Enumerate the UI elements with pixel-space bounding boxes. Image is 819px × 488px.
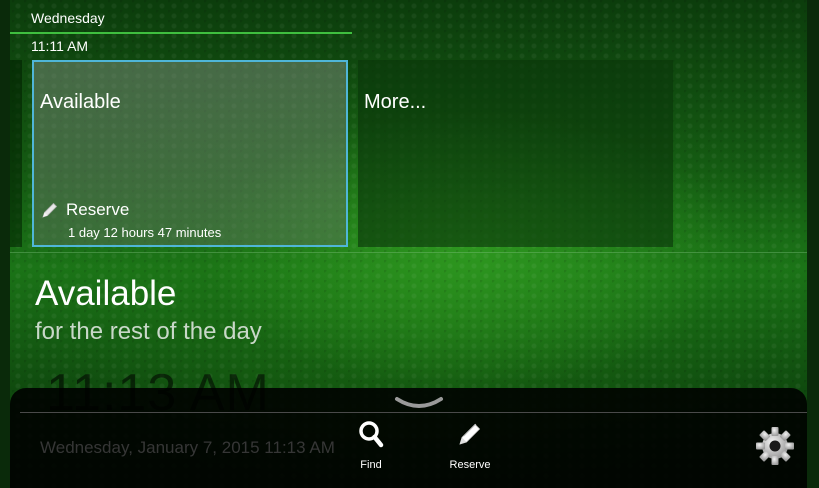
tile-reserve-action[interactable]: Reserve (40, 200, 129, 220)
search-icon (359, 421, 384, 448)
chevron-up-icon[interactable] (394, 393, 444, 411)
tile-available-title: Available (40, 91, 121, 113)
tile-reserve-duration: 1 day 12 hours 47 minutes (68, 225, 222, 240)
reserve-button[interactable]: Reserve (440, 420, 500, 471)
find-label: Find (360, 459, 382, 471)
tile-more[interactable]: More... (358, 60, 673, 247)
current-date-line: Wednesday, January 7, 2015 11:13 AM (40, 438, 335, 457)
pencil-icon (42, 202, 58, 218)
status-title: Available (35, 274, 177, 313)
header-time: 11:11 AM (31, 38, 89, 54)
gear-icon[interactable] (753, 424, 797, 468)
reserve-toolbar-label: Reserve (449, 459, 491, 471)
tile-reserve-label: Reserve (66, 200, 130, 219)
header-divider (10, 32, 352, 34)
tile-available[interactable]: Available Reserve 1 day 12 hours 47 minu… (32, 60, 348, 247)
left-frame (0, 0, 10, 488)
status-subtitle: for the rest of the day (35, 318, 262, 345)
tile-more-title: More... (364, 91, 427, 113)
section-divider (10, 252, 807, 253)
previous-tile-edge[interactable] (10, 60, 22, 247)
toolbar-divider (20, 412, 807, 413)
find-button[interactable]: Find (350, 420, 392, 471)
header-day: Wednesday (31, 10, 105, 26)
right-frame (807, 0, 819, 488)
room-display-screen: Wednesday 11:11 AM Available Reserve 1 d… (0, 0, 819, 488)
pencil-icon (459, 423, 481, 445)
